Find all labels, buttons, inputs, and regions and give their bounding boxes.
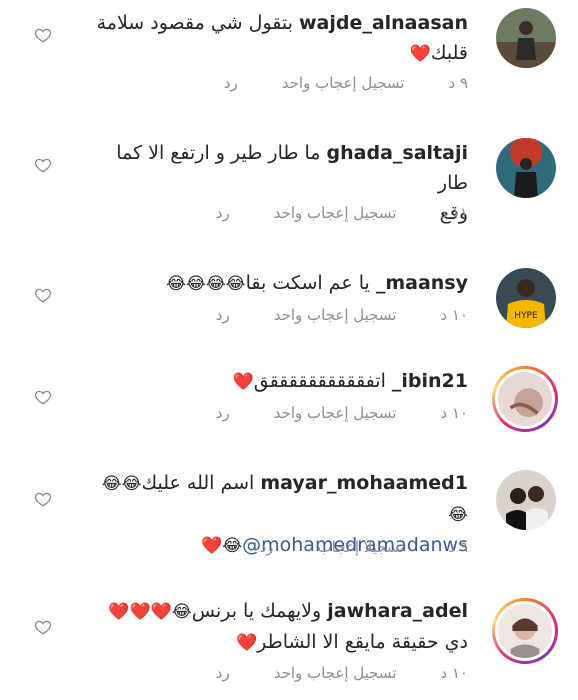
comment-text: ولايهمك يا برنس	[191, 600, 322, 622]
like-heart-icon[interactable]	[34, 286, 52, 304]
like-heart-icon[interactable]	[34, 490, 52, 508]
comment-body: ibin21_ اتفققققققققققق❤️	[88, 366, 468, 397]
like-heart-icon[interactable]	[34, 26, 52, 44]
emoji-icon: 😂❤️❤️❤️	[108, 602, 192, 622]
comment-meta: ١١ د تسجيل إعجاب واحد رد	[138, 204, 468, 222]
avatar[interactable]	[496, 138, 556, 198]
red-heart-icon: ❤️	[232, 372, 254, 392]
avatar[interactable]	[496, 8, 556, 68]
red-heart-icon: ❤️	[409, 44, 431, 64]
avatar[interactable]: HYPE	[496, 268, 556, 328]
comment-username[interactable]: ghada_saltaji	[327, 142, 468, 164]
like-heart-icon[interactable]	[34, 618, 52, 636]
comment-time: ١٠ د	[440, 404, 468, 422]
comment-meta: ١٠ د تسجيل إعجاب واحد رد	[138, 664, 468, 682]
red-heart-icon: ❤️	[235, 633, 258, 653]
reply-button[interactable]: رد	[216, 204, 230, 222]
comment-body: maansy_ يا عم اسكت بقا😂😂😂😂	[88, 268, 468, 299]
comment-username[interactable]: ibin21_	[392, 370, 468, 392]
reply-button[interactable]: رد	[216, 404, 230, 422]
comment-text: دي حقيقة مايقع الا الشاطر	[257, 631, 468, 653]
like-heart-icon[interactable]	[34, 156, 52, 174]
avatar[interactable]	[496, 470, 556, 530]
comment-text: اتفققققققققققق	[253, 370, 386, 392]
comment-text: قلبك	[430, 42, 468, 64]
comment-username[interactable]: mayar_mohaamed1	[260, 472, 468, 494]
likes-count-link[interactable]: تسجيل إعجاب واحد	[274, 664, 397, 682]
avatar[interactable]	[492, 366, 558, 432]
comment-time: ١١ د	[440, 204, 468, 222]
reply-button[interactable]: رد	[224, 74, 238, 92]
comment-text: بتقول شي مقصود سلامة	[96, 12, 293, 34]
comment-meta: ١٠ د تسجيل إعجاب واحد رد	[138, 404, 468, 422]
comment-username[interactable]: maansy_	[376, 272, 468, 294]
avatar[interactable]	[492, 598, 558, 664]
like-heart-icon[interactable]	[34, 388, 52, 406]
comment-meta: ١٠ د تسجيل إعجاب واحد رد	[138, 306, 468, 324]
reply-button[interactable]: رد	[216, 306, 230, 324]
comment-time: ١٠ د	[440, 306, 468, 324]
comment-time: ١٠ د	[440, 664, 468, 682]
laughing-emoji-icon: 😂😂😂😂	[166, 274, 246, 294]
comment-body: jawhara_adel ولايهمك يا برنس😂❤️❤️❤️ دي ح…	[88, 596, 468, 658]
comment-username[interactable]: jawhara_adel	[327, 600, 468, 622]
likes-count-link[interactable]: تسجيل إعجاب واحد	[274, 204, 397, 222]
comment-body: wajde_alnaasan بتقول شي مقصود سلامة قلبك…	[88, 8, 468, 69]
comment-username[interactable]: wajde_alnaasan	[299, 12, 468, 34]
svg-text:HYPE: HYPE	[514, 311, 538, 321]
comment-text: يا عم اسكت بقا	[245, 272, 370, 294]
comment-meta: ٩ د تسجيل إعجاب واحد رد	[138, 74, 468, 92]
likes-count-link[interactable]: تسجيل إعجاب واحد	[274, 404, 397, 422]
likes-count-link[interactable]: تسجيلا إعجاب	[318, 538, 405, 556]
comment-text: اسم الله عليك	[141, 472, 255, 494]
comment-time: ٩ د	[448, 538, 468, 556]
comment-time: ٩ د	[448, 74, 468, 92]
likes-count-link[interactable]: تسجيل إعجاب واحد	[282, 74, 405, 92]
likes-count-link[interactable]: تسجيل إعجاب واحد	[274, 306, 397, 324]
comment-meta: ٩ د تسجيلا إعجاب رد	[138, 538, 468, 556]
reply-button[interactable]: رد	[216, 664, 230, 682]
reply-button[interactable]: رد	[260, 538, 274, 556]
